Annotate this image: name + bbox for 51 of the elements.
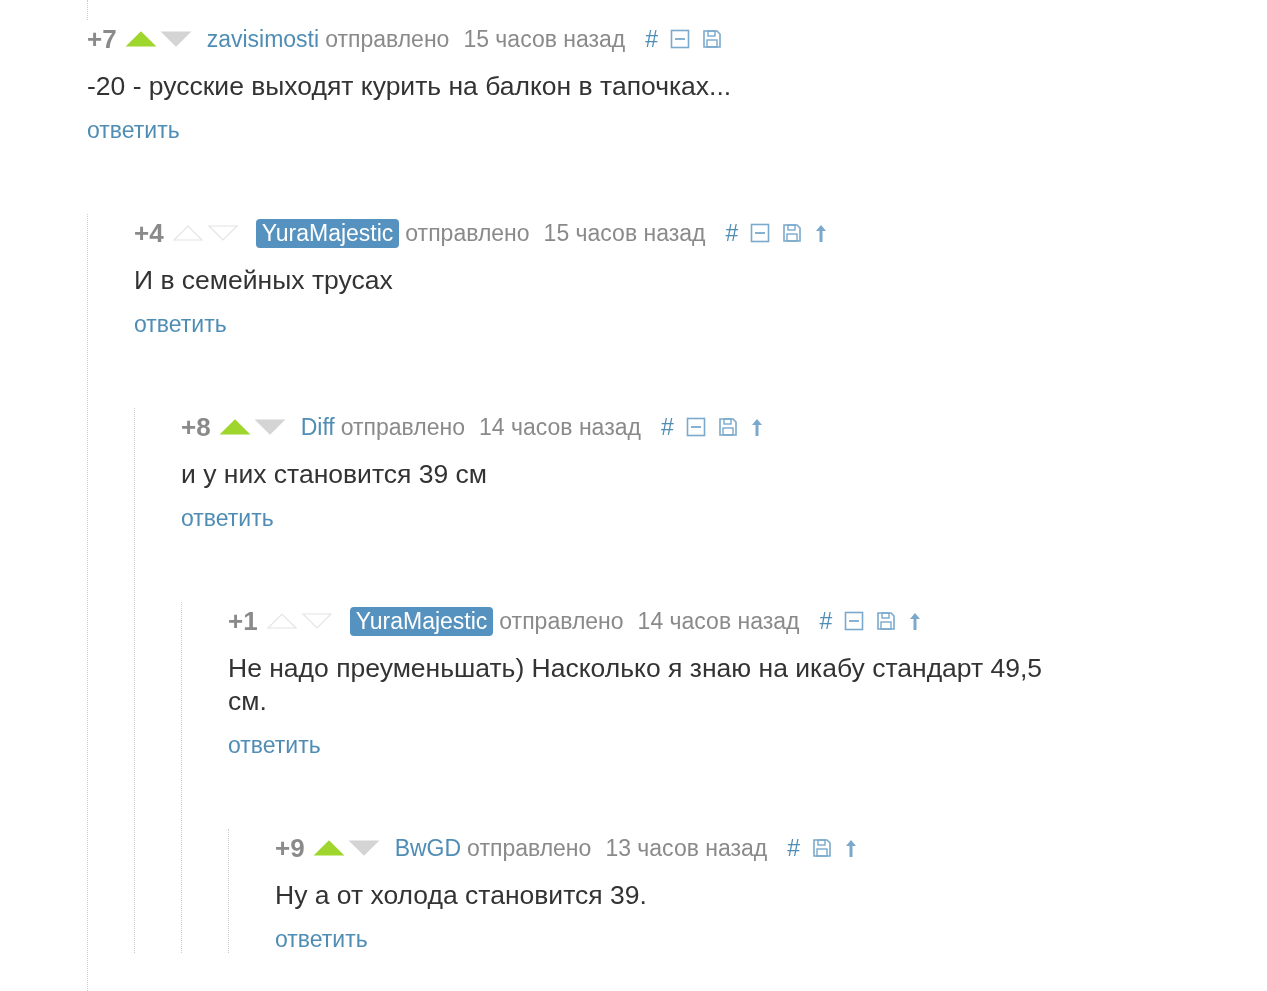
sent-label: отправлено	[405, 219, 530, 247]
sent-label: отправлено	[467, 834, 592, 862]
comment-time: 15 часов назад	[463, 25, 626, 53]
sent-label: отправлено	[325, 25, 450, 53]
comment-time: 14 часов назад	[637, 607, 800, 635]
sent-label: отправлено	[499, 607, 624, 635]
comment-text: и у них становится 39 см	[181, 458, 489, 491]
downvote-arrow-icon[interactable]	[300, 612, 333, 630]
downvote-arrow-icon[interactable]	[253, 418, 286, 436]
comment-score: +1	[228, 605, 258, 637]
up-arrow-icon[interactable]	[908, 611, 923, 631]
up-arrow-icon[interactable]	[749, 417, 764, 437]
reply-link[interactable]: ответить	[228, 732, 321, 759]
up-arrow-icon[interactable]	[814, 223, 829, 243]
sent-label: отправлено	[340, 413, 465, 441]
author-link[interactable]: YuraMajestic	[349, 606, 494, 636]
author-link[interactable]: YuraMajestic	[255, 218, 400, 248]
comment-text: Ну а от холода становится 39.	[275, 879, 648, 912]
comment-time: 15 часов назад	[543, 219, 706, 247]
comment-score: +8	[181, 411, 211, 443]
reply-link[interactable]: ответить	[275, 926, 368, 953]
downvote-arrow-icon[interactable]	[206, 224, 239, 242]
author-link[interactable]: Diff	[300, 413, 335, 441]
upvote-arrow-icon[interactable]	[218, 418, 251, 436]
permalink[interactable]: #	[645, 25, 659, 53]
collapse-icon[interactable]	[844, 611, 865, 631]
upvote-arrow-icon[interactable]	[312, 839, 345, 857]
comment-text: Не надо преуменьшать) Насколько я знаю на икабу стандарт 49,5 см.	[228, 652, 1044, 718]
collapse-icon[interactable]	[750, 223, 771, 243]
permalink[interactable]: #	[660, 413, 674, 441]
upvote-arrow-icon[interactable]	[124, 30, 157, 48]
collapse-icon[interactable]	[685, 417, 706, 437]
author-link[interactable]: BwGD	[394, 834, 462, 862]
permalink[interactable]: #	[819, 607, 833, 635]
permalink[interactable]: #	[725, 219, 739, 247]
comment-score: +7	[87, 23, 117, 55]
up-arrow-icon[interactable]	[844, 838, 859, 858]
comment-score: +9	[275, 832, 305, 864]
downvote-arrow-icon[interactable]	[159, 30, 192, 48]
reply-link[interactable]: ответить	[181, 505, 274, 532]
comment-text: И в семейных трусах	[134, 264, 394, 297]
comment-time: 13 часов назад	[605, 834, 768, 862]
reply-link[interactable]: ответить	[87, 117, 180, 144]
permalink[interactable]: #	[787, 834, 801, 862]
reply-link[interactable]: ответить	[134, 311, 227, 338]
author-link[interactable]: zavisimosti	[206, 25, 320, 53]
collapse-icon[interactable]	[670, 29, 691, 49]
comment-text: -20 - русские выходят курить на балкон в тапочках...	[87, 70, 733, 103]
comment-score: +4	[134, 217, 164, 249]
downvote-arrow-icon[interactable]	[347, 839, 380, 857]
comment-time: 14 часов назад	[479, 413, 641, 441]
